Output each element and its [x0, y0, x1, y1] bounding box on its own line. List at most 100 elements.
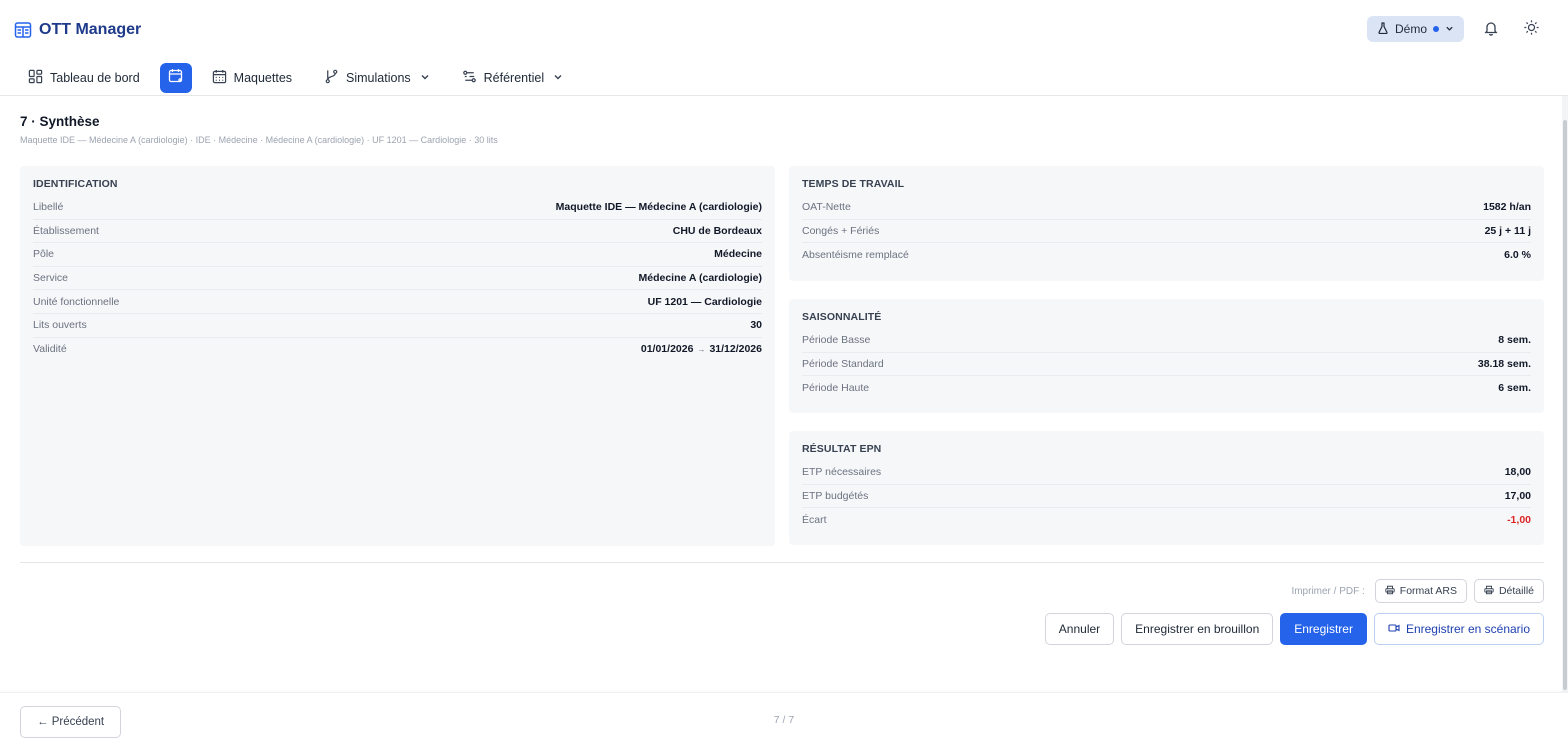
- nav-referentiel[interactable]: Référentiel: [454, 63, 571, 93]
- wizard-footer: ← Précédent 7 / 7: [0, 692, 1568, 750]
- row-key: Établissement: [33, 224, 99, 237]
- sun-icon: [1523, 19, 1540, 39]
- git-branch-icon: [324, 69, 339, 87]
- save-draft-button[interactable]: Enregistrer en brouillon: [1121, 613, 1274, 645]
- row-key: Lits ouverts: [33, 319, 87, 332]
- row-key: OAT-Nette: [802, 201, 851, 214]
- info-row: ETP budgétés 17,00: [802, 485, 1531, 509]
- ecart-value: -1,00: [1507, 513, 1531, 526]
- printer-icon: [1484, 585, 1494, 598]
- chevron-down-icon: [420, 71, 430, 85]
- step-indicator: 7 / 7: [773, 714, 795, 726]
- panel-title: RÉSULTAT EPN: [802, 443, 882, 455]
- row-key: Période Haute: [802, 381, 870, 394]
- row-value: UF 1201 — Cardiologie: [647, 295, 762, 308]
- demo-label: Démo: [1394, 22, 1427, 36]
- bell-icon: [1483, 20, 1499, 39]
- row-value: 8 sem.: [1498, 334, 1531, 347]
- button-label: Détaillé: [1498, 585, 1534, 597]
- row-value: Médecine: [714, 248, 762, 261]
- info-row: Période Haute 6 sem.: [802, 376, 1531, 400]
- scrollbar-thumb[interactable]: [1563, 120, 1567, 690]
- nav-maquettes[interactable]: Maquettes: [204, 63, 300, 93]
- print-detaille-button[interactable]: Détaillé: [1473, 579, 1544, 603]
- saisonnalite-panel: SAISONNALITÉ Période Basse 8 sem. Période…: [789, 299, 1544, 413]
- arrow-right-icon: →: [697, 345, 706, 355]
- row-value: 6 sem.: [1498, 381, 1531, 394]
- validity-from: 01/01/2026: [640, 343, 694, 356]
- info-row: Unité fonctionnelle UF 1201 — Cardiologie: [33, 290, 762, 314]
- chevron-down-icon: [1445, 22, 1454, 36]
- row-value: 17,00: [1504, 489, 1531, 502]
- row-value: 1582 h/an: [1483, 201, 1531, 214]
- button-label: Format ARS: [1399, 585, 1457, 597]
- nav-simulations[interactable]: Simulations: [316, 63, 438, 93]
- app-logo-icon: [14, 21, 32, 39]
- info-row: Service Médecine A (cardiologie): [33, 267, 762, 291]
- demo-status-dot: [1433, 26, 1439, 32]
- nav-label: Maquettes: [233, 70, 293, 85]
- section-subtitle: Maquette IDE — Médecine A (cardiologie) …: [20, 135, 498, 145]
- row-key: Pôle: [33, 248, 55, 261]
- row-key: ETP nécessaires: [802, 466, 882, 479]
- row-key: Libellé: [33, 201, 64, 214]
- nav-label: Tableau de bord: [50, 70, 140, 85]
- row-key: Période Standard: [802, 357, 884, 370]
- button-label: Enregistrer en scénario: [1405, 622, 1530, 636]
- row-key: ETP budgétés: [802, 489, 869, 502]
- dashboard-icon: [28, 69, 43, 87]
- route-icon: [462, 69, 477, 87]
- panel-title: TEMPS DE TRAVAIL: [802, 178, 905, 190]
- info-row: OAT-Nette 1582 h/an: [802, 196, 1531, 220]
- info-row: Pôle Médecine: [33, 243, 762, 267]
- nav-label: Référentiel: [483, 70, 545, 85]
- row-value: 6.0 %: [1504, 248, 1531, 261]
- info-row: Lits ouverts 30: [33, 314, 762, 338]
- chevron-down-icon: [553, 71, 563, 85]
- section-header: 7 · Synthèse Maquette IDE — Médecine A (…: [20, 114, 498, 145]
- temps-de-travail-panel: TEMPS DE TRAVAIL OAT-Nette 1582 h/an Cong…: [789, 166, 1544, 281]
- row-key: Congés + Fériés: [802, 224, 880, 237]
- row-value: Médecine A (cardiologie): [638, 272, 763, 285]
- row-key: Écart: [802, 513, 827, 526]
- form-actions: Annuler Enregistrer en brouillon Enregis…: [1044, 613, 1544, 645]
- row-key: Période Basse: [802, 334, 871, 347]
- calendar-icon: [212, 69, 227, 87]
- top-bar: OTT Manager Démo: [0, 0, 1568, 60]
- identification-panel: IDENTIFICATION Libellé Maquette IDE — Méd…: [20, 166, 775, 546]
- print-format-ars-button[interactable]: Format ARS: [1374, 579, 1467, 603]
- save-as-scenario-button[interactable]: Enregistrer en scénario: [1373, 613, 1544, 645]
- row-key: Validité: [33, 343, 67, 356]
- panel-title: SAISONNALITÉ: [802, 311, 882, 323]
- info-row: Période Basse 8 sem.: [802, 329, 1531, 353]
- row-value: 30: [750, 319, 762, 332]
- info-row: Période Standard 38.18 sem.: [802, 353, 1531, 377]
- row-value: Maquette IDE — Médecine A (cardiologie): [555, 201, 762, 214]
- print-label: Imprimer / PDF :: [1291, 585, 1365, 597]
- scenario-icon: [1388, 622, 1400, 637]
- row-key: Absentéisme remplacé: [802, 248, 909, 261]
- panel-title: IDENTIFICATION: [33, 178, 118, 190]
- nav-label: Simulations: [346, 70, 411, 85]
- info-row: Libellé Maquette IDE — Médecine A (cardio…: [33, 196, 762, 220]
- nav-tableau-de-bord[interactable]: Tableau de bord: [20, 63, 148, 93]
- demo-mode-button[interactable]: Démo: [1366, 16, 1464, 42]
- row-value: 38.18 sem.: [1477, 357, 1531, 370]
- save-button[interactable]: Enregistrer: [1280, 613, 1367, 645]
- section-title: 7 · Synthèse: [20, 114, 100, 129]
- validity-range: 01/01/2026 → 31/12/2026: [641, 343, 762, 355]
- row-value: 25 j + 11 j: [1484, 224, 1531, 237]
- calendar-plus-icon: [168, 68, 184, 87]
- info-row: Congés + Fériés 25 j + 11 j: [802, 220, 1531, 244]
- row-value: 18,00: [1504, 466, 1531, 479]
- info-row-validity: Validité 01/01/2026 → 31/12/2026: [33, 338, 762, 362]
- cancel-button[interactable]: Annuler: [1044, 613, 1115, 645]
- validity-to: 31/12/2026: [709, 343, 762, 356]
- theme-toggle-button[interactable]: [1518, 16, 1544, 42]
- app-title: OTT Manager: [39, 21, 142, 38]
- nav-new-planning[interactable]: [159, 62, 192, 93]
- brand[interactable]: OTT Manager: [14, 21, 141, 39]
- printer-icon: [1385, 585, 1395, 598]
- row-value: CHU de Bordeaux: [672, 224, 762, 237]
- notifications-button[interactable]: [1478, 16, 1504, 42]
